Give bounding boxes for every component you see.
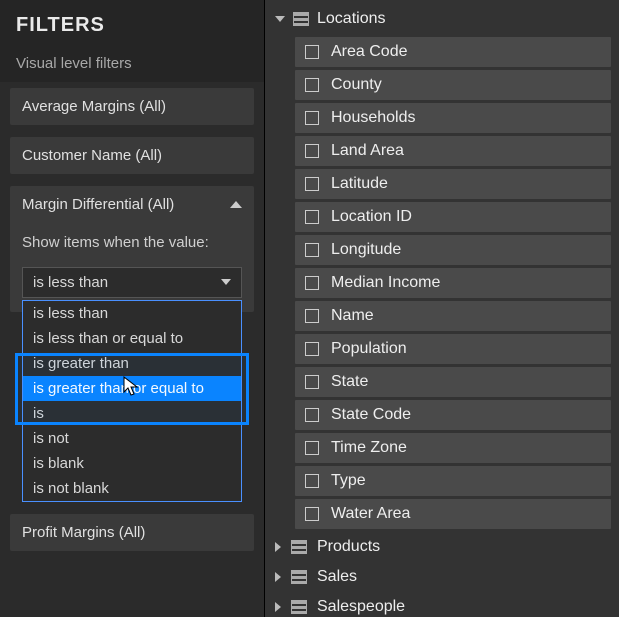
field-label: State Code	[331, 406, 411, 424]
collapse-icon	[275, 16, 285, 22]
field-label: Water Area	[331, 505, 410, 523]
field-label: County	[331, 76, 382, 94]
field-row[interactable]: County	[295, 70, 611, 100]
filters-subtitle: Visual level filters	[0, 47, 264, 82]
dropdown-option-is-greater-than[interactable]: is greater than	[23, 351, 241, 376]
field-checkbox[interactable]	[305, 45, 319, 59]
field-checkbox[interactable]	[305, 309, 319, 323]
field-row[interactable]: State Code	[295, 400, 611, 430]
field-row[interactable]: Time Zone	[295, 433, 611, 463]
field-checkbox[interactable]	[305, 276, 319, 290]
filter-card-margin-differential: Margin Differential (All) Show items whe…	[10, 186, 254, 312]
field-row[interactable]: Area Code	[295, 37, 611, 67]
filter-card-profit-margins[interactable]: Profit Margins (All)	[10, 514, 254, 551]
table-name: Locations	[317, 10, 386, 28]
table-icon	[293, 12, 309, 26]
field-row[interactable]: Water Area	[295, 499, 611, 529]
field-label: Population	[331, 340, 407, 358]
table-name: Sales	[317, 568, 357, 586]
chevron-up-icon	[230, 201, 242, 208]
filter-instruction: Show items when the value:	[22, 233, 242, 253]
expand-icon	[275, 602, 281, 612]
field-checkbox[interactable]	[305, 177, 319, 191]
field-label: Location ID	[331, 208, 412, 226]
field-row[interactable]: Households	[295, 103, 611, 133]
filters-panel: FILTERS Visual level filters Average Mar…	[0, 0, 265, 617]
field-row[interactable]: Name	[295, 301, 611, 331]
dropdown-option-is-greater-than-or-equal-to[interactable]: is greater than or equal to	[23, 376, 241, 401]
filter-card-label: Profit Margins (All)	[22, 524, 145, 541]
expand-icon	[275, 572, 281, 582]
field-row[interactable]: State	[295, 367, 611, 397]
field-checkbox[interactable]	[305, 111, 319, 125]
field-row[interactable]: Population	[295, 334, 611, 364]
field-label: Households	[331, 109, 416, 127]
dropdown-option-is-not-blank[interactable]: is not blank	[23, 476, 241, 501]
table-icon	[291, 570, 307, 584]
field-checkbox[interactable]	[305, 243, 319, 257]
field-label: Land Area	[331, 142, 404, 160]
expand-icon	[275, 542, 281, 552]
filter-card-average-margins[interactable]: Average Margins (All)	[10, 88, 254, 125]
filter-card-label: Margin Differential (All)	[22, 196, 174, 213]
field-checkbox[interactable]	[305, 342, 319, 356]
field-label: Longitude	[331, 241, 401, 259]
field-checkbox[interactable]	[305, 144, 319, 158]
field-row[interactable]: Longitude	[295, 235, 611, 265]
dropdown-option-is-less-than[interactable]: is less than	[23, 301, 241, 326]
field-label: Median Income	[331, 274, 440, 292]
field-checkbox[interactable]	[305, 78, 319, 92]
field-row[interactable]: Latitude	[295, 169, 611, 199]
field-label: State	[331, 373, 368, 391]
field-label: Time Zone	[331, 439, 407, 457]
filter-card-label: Customer Name (All)	[22, 147, 162, 164]
table-header-collapsed[interactable]: Sales	[271, 562, 611, 592]
chevron-down-icon	[221, 279, 231, 285]
dropdown-option-is-less-than-or-equal-to[interactable]: is less than or equal to	[23, 326, 241, 351]
table-icon	[291, 600, 307, 614]
field-checkbox[interactable]	[305, 210, 319, 224]
fields-panel: Locations Area Code County Households Land …	[265, 0, 619, 617]
filter-card-label: Average Margins (All)	[22, 98, 166, 115]
field-row[interactable]: Location ID	[295, 202, 611, 232]
field-checkbox[interactable]	[305, 441, 319, 455]
field-checkbox[interactable]	[305, 408, 319, 422]
filter-card-customer-name[interactable]: Customer Name (All)	[10, 137, 254, 174]
field-label: Name	[331, 307, 374, 325]
condition-select[interactable]: is less than is less than is less than o…	[22, 267, 242, 298]
field-checkbox[interactable]	[305, 507, 319, 521]
table-icon	[291, 540, 307, 554]
condition-selected-value: is less than	[33, 274, 108, 291]
field-label: Type	[331, 472, 366, 490]
field-checkbox[interactable]	[305, 474, 319, 488]
table-header-collapsed[interactable]: Salespeople	[271, 592, 611, 617]
dropdown-option-is-blank[interactable]: is blank	[23, 451, 241, 476]
field-label: Latitude	[331, 175, 388, 193]
field-row[interactable]: Land Area	[295, 136, 611, 166]
table-name: Salespeople	[317, 598, 405, 616]
table-header-locations[interactable]: Locations	[271, 4, 611, 34]
filter-card-header[interactable]: Margin Differential (All)	[22, 196, 242, 213]
filters-title: FILTERS	[0, 0, 264, 47]
field-row[interactable]: Median Income	[295, 268, 611, 298]
field-label: Area Code	[331, 43, 408, 61]
table-header-collapsed[interactable]: Products	[271, 532, 611, 562]
dropdown-option-is-not[interactable]: is not	[23, 426, 241, 451]
field-row[interactable]: Type	[295, 466, 611, 496]
condition-dropdown-list: is less than is less than or equal to is…	[22, 300, 242, 502]
field-checkbox[interactable]	[305, 375, 319, 389]
table-name: Products	[317, 538, 380, 556]
dropdown-option-is[interactable]: is	[23, 401, 241, 426]
